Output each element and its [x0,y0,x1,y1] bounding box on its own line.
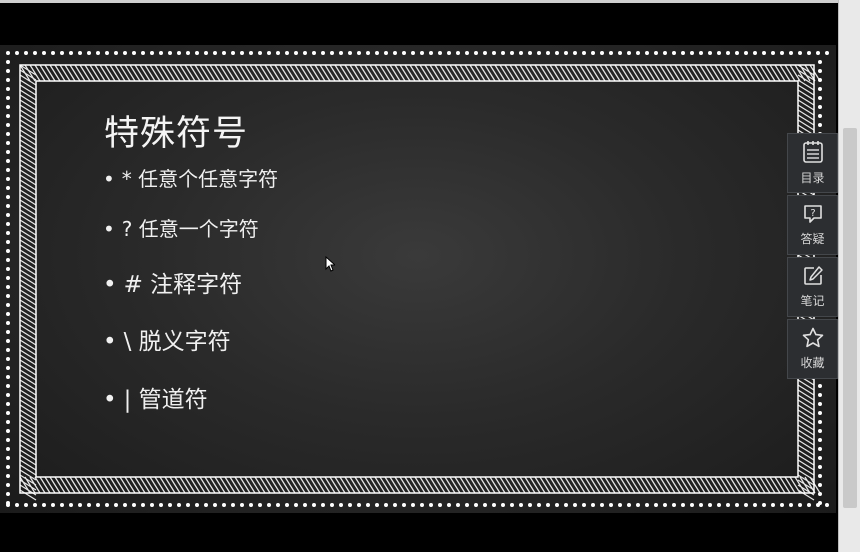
qa-label: 答疑 [800,232,825,246]
notes-button[interactable]: 笔记 [787,257,838,317]
toc-icon [802,141,823,163]
bullet-text: 脱义字符 [138,329,231,355]
bullet-symbol: * [121,167,132,191]
favorite-button[interactable]: 收藏 [787,319,838,379]
bullet-symbol: # [123,272,143,298]
bullet-symbol: \ [123,329,132,355]
qa-button[interactable]: ? 答疑 [787,195,838,255]
favorite-label: 收藏 [800,356,825,370]
bullet-text: 任意个任意字符 [138,167,279,191]
presentation-slide: 特殊符号 • * 任意个任意字符 •? 任意一个字符 • # 注释字符 • \ 脱义字… [0,45,836,513]
star-icon [802,327,823,348]
toc-label: 目录 [800,171,825,185]
svg-text:?: ? [810,208,815,219]
toc-button[interactable]: 目录 [787,133,838,193]
window-top-edge [0,0,860,3]
app-viewport: 特殊符号 • * 任意个任意字符 •? 任意一个字符 • # 注释字符 • \ 脱义字… [0,0,860,552]
side-toolbar: 目录 ? 答疑 笔记 收藏 [787,133,838,381]
bullet-item-5: • | 管道符 [103,387,208,413]
bullet-text: 任意一个字符 [138,217,259,241]
bullet-item-4: • \ 脱义字符 [103,329,231,355]
bullet-item-2: •? 任意一个字符 [103,217,259,241]
bullet-text: 管道符 [138,387,208,413]
mouse-cursor-icon [325,256,335,272]
scrollbar-thumb[interactable] [843,128,857,508]
bullet-symbol: ? [121,217,133,241]
question-icon: ? [803,205,822,223]
slide-title: 特殊符号 [104,114,249,154]
bullet-symbol: | [123,387,132,413]
bullet-item-3: • # 注释字符 [103,272,243,298]
vertical-scrollbar[interactable] [838,0,860,552]
bullet-item-1: • * 任意个任意字符 [103,167,279,191]
notes-label: 笔记 [800,294,825,308]
note-edit-icon [803,266,823,285]
bullet-text: 注释字符 [150,272,243,298]
